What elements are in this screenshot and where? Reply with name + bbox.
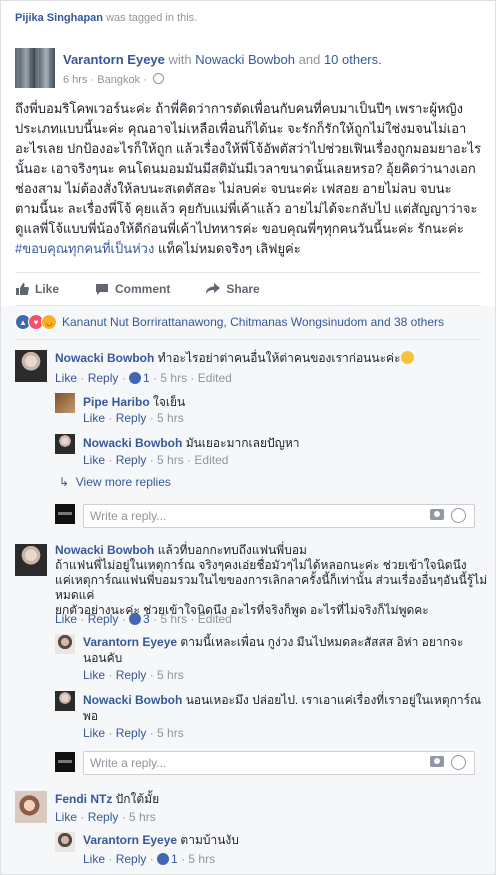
commenter-name[interactable]: Varantorn Eyeye	[83, 833, 177, 847]
comment-icon	[96, 284, 109, 295]
others-link[interactable]: 10 others	[324, 52, 378, 67]
commenter-avatar[interactable]	[15, 791, 47, 823]
comment-like-link[interactable]: Like	[55, 371, 77, 385]
post-time[interactable]: 6 hrs	[63, 74, 87, 86]
comment-actions: Like · Reply · 5 hrs	[55, 810, 156, 824]
reply-input[interactable]: Write a reply...	[83, 504, 475, 528]
post-card: Pijika Singhapan was tagged in this. Var…	[0, 0, 496, 875]
post-location[interactable]: Bangkok	[97, 74, 140, 86]
comment-reply-link[interactable]: Reply	[88, 612, 119, 626]
comment-button[interactable]: Comment	[95, 279, 170, 299]
smile-emoji-icon	[400, 351, 414, 364]
view-more-replies-link[interactable]: ↳ View more replies	[59, 475, 171, 489]
comment-like-link[interactable]: Like	[83, 453, 105, 467]
share-button[interactable]: Share	[206, 279, 260, 299]
reply-text: Nowacki Bowboh มันเยอะมากเลยปัญหา	[83, 436, 300, 450]
camera-icon[interactable]	[430, 756, 444, 767]
commenter-avatar[interactable]	[55, 634, 75, 654]
emoji-icon[interactable]	[451, 755, 466, 770]
reactions-summary[interactable]: ▲ ♥ ◡ Kananut Nut Borrirattanawong, Chit…	[15, 314, 444, 330]
reply-text: Varantorn Eyeye ตามนี้เหละเพื่อน กูง่วง …	[83, 635, 464, 665]
comment-actions: Like · Reply · 1 · 5 hrs · Edited	[55, 371, 232, 385]
commenter-name[interactable]: Nowacki Bowboh	[83, 693, 182, 707]
reply-text: Varantorn Eyeye ตามบ้านงับ	[83, 833, 239, 847]
haha-reaction-icon: ◡	[41, 314, 57, 330]
commenter-avatar[interactable]	[15, 544, 47, 576]
divider	[15, 272, 481, 273]
commenter-name[interactable]: Varantorn Eyeye	[83, 635, 177, 649]
comment-text: Nowacki Bowboh แล้วที่บอกกะทบถึงแฟนพี่บอ…	[55, 543, 488, 617]
comment-like-link[interactable]: Like	[83, 411, 105, 425]
reply-text: Pipe Haribo ใจเย็น	[83, 395, 186, 409]
comment-like-link[interactable]: Like	[55, 810, 77, 824]
author-avatar[interactable]	[15, 48, 55, 88]
thumbs-up-icon	[16, 283, 29, 295]
comment-like-link[interactable]: Like	[83, 668, 105, 682]
like-count-icon	[129, 372, 142, 384]
emoji-icon[interactable]	[451, 508, 466, 523]
commenter-avatar[interactable]	[55, 434, 75, 454]
commenter-name[interactable]: Nowacki Bowboh	[55, 351, 154, 365]
comment-actions: Like · Reply · 5 hrs	[83, 411, 184, 425]
comment-actions: Like · Reply · 5 hrs	[83, 668, 184, 682]
like-count[interactable]: 1	[143, 371, 150, 385]
commenter-avatar[interactable]	[55, 691, 75, 711]
comment-reply-link[interactable]: Reply	[88, 810, 119, 824]
current-user-avatar	[55, 752, 75, 772]
comment-actions: Like · Reply · 5 hrs · Edited	[83, 453, 229, 467]
comment-reply-link[interactable]: Reply	[116, 453, 147, 467]
tag-notice: Pijika Singhapan was tagged in this.	[15, 12, 198, 24]
comment-reply-link[interactable]: Reply	[116, 726, 147, 740]
reply-input[interactable]: Write a reply...	[83, 751, 475, 775]
post-meta: 6 hrs · Bangkok ·	[63, 73, 164, 86]
commenter-avatar[interactable]	[55, 832, 75, 852]
post-header: Varantorn Eyeye with Nowacki Bowboh and …	[63, 52, 382, 67]
comment-like-link[interactable]: Like	[83, 852, 105, 866]
commenter-avatar[interactable]	[55, 393, 75, 413]
like-count-icon	[157, 853, 170, 865]
like-count[interactable]: 1	[171, 852, 178, 866]
comment-actions: Like · Reply · 5 hrs	[83, 726, 184, 740]
post-hashtag-line: #ขอบคุณทุกคนที่เป็นห่วง แท็คไม่หมดจริงๆ …	[15, 241, 301, 256]
comment-actions: Like · Reply · 3 · 5 hrs · Edited	[55, 612, 232, 626]
current-user-avatar	[55, 504, 75, 524]
comment-text: Fendi NTz ปักใต้มั้ย	[55, 792, 160, 806]
comment-reply-link[interactable]: Reply	[88, 371, 119, 385]
post-actions: Like Comment Share	[15, 279, 296, 299]
like-count-icon	[129, 613, 142, 625]
comment-reply-link[interactable]: Reply	[116, 411, 147, 425]
commenter-avatar[interactable]	[15, 350, 47, 382]
reply-arrow-icon: ↳	[59, 475, 70, 489]
comment-actions: Like · Reply · 1 · 5 hrs	[83, 852, 216, 866]
like-count[interactable]: 3	[143, 612, 150, 626]
commenter-name[interactable]: Nowacki Bowboh	[83, 436, 182, 450]
commenter-name[interactable]: Nowacki Bowboh	[55, 543, 154, 557]
post-text: ถึงพี่บอมริโคพเวอร์นะค่ะ ถ้าพี่คิดว่าการ…	[15, 101, 482, 236]
comment-like-link[interactable]: Like	[83, 726, 105, 740]
reactors-text[interactable]: Kananut Nut Borrirattanawong, Chitmanas …	[62, 315, 444, 329]
author-name[interactable]: Varantorn Eyeye	[63, 52, 165, 67]
tagged-user-link[interactable]: Pijika Singhapan	[15, 12, 103, 24]
divider	[15, 339, 481, 340]
commenter-name[interactable]: Fendi NTz	[55, 792, 112, 806]
comment-like-link[interactable]: Like	[55, 612, 77, 626]
like-button[interactable]: Like	[15, 279, 59, 299]
share-icon	[206, 283, 221, 294]
comment-reply-link[interactable]: Reply	[116, 852, 147, 866]
globe-icon[interactable]	[152, 73, 164, 84]
tagged-friend-link[interactable]: Nowacki Bowboh	[195, 52, 295, 67]
hashtag-link[interactable]: #ขอบคุณทุกคนที่เป็นห่วง	[15, 241, 154, 256]
reply-text: Nowacki Bowboh นอนเหอะมึง ปล่อยไป. เราเอ…	[83, 693, 482, 723]
camera-icon[interactable]	[430, 509, 444, 520]
comment-text: Nowacki Bowboh ทำอะไรอย่าต่าคนอื่นให้ต่า…	[55, 350, 485, 366]
commenter-name[interactable]: Pipe Haribo	[83, 395, 150, 409]
comment-reply-link[interactable]: Reply	[116, 668, 147, 682]
